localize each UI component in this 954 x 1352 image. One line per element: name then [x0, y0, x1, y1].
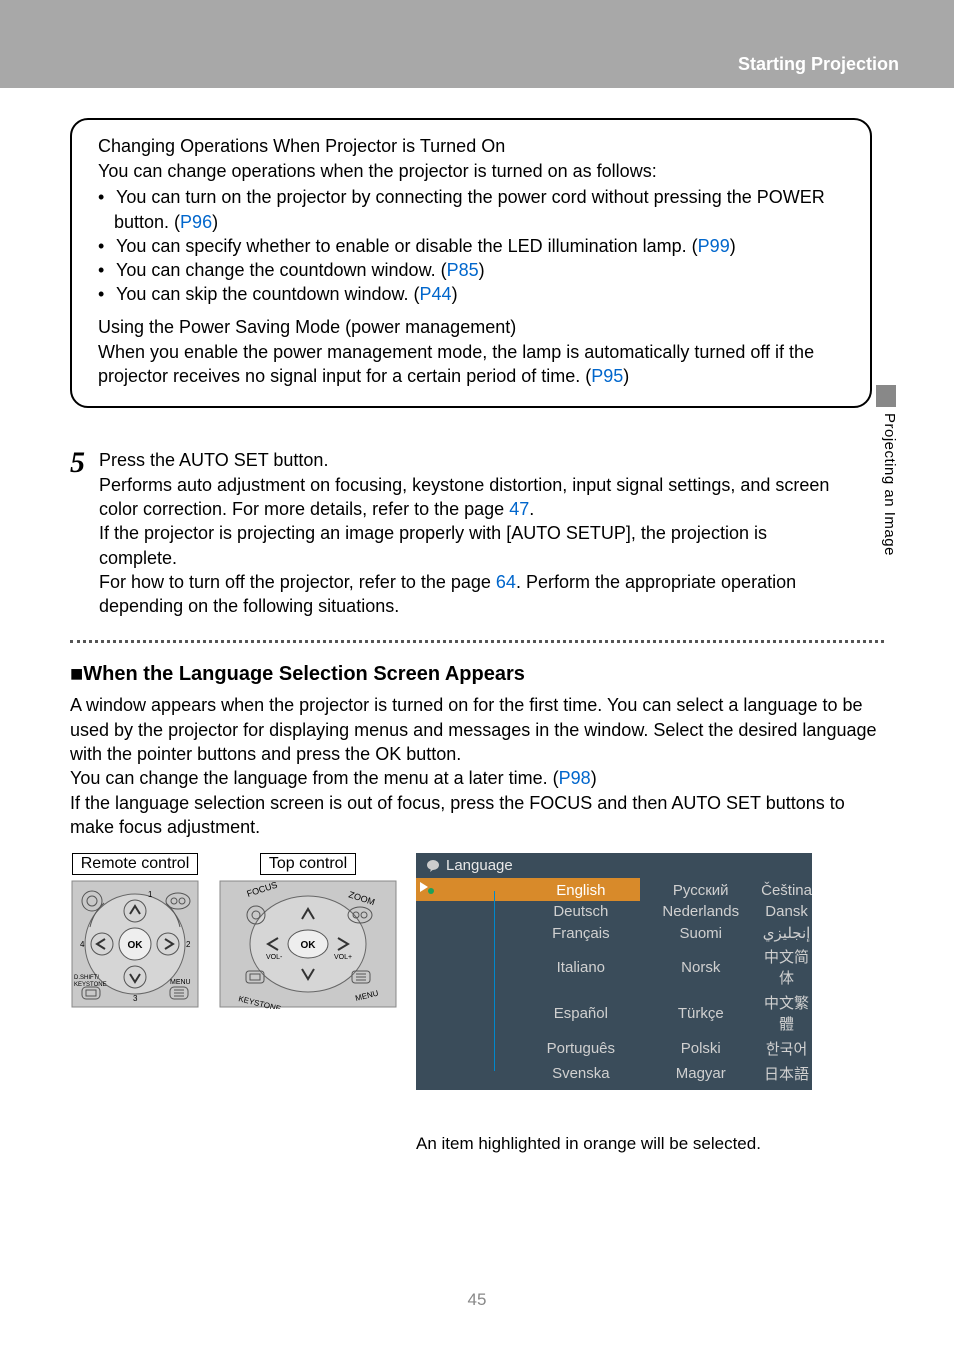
- link-p85[interactable]: P85: [447, 260, 479, 280]
- section-p3: If the language selection screen is out …: [70, 791, 884, 840]
- box-heading-1: Changing Operations When Projector is Tu…: [98, 136, 848, 157]
- controls-row: Remote control OK: [70, 853, 884, 1154]
- language-table: English Русский Čeština DeutschNederland…: [416, 878, 812, 1090]
- step-number: 5: [70, 448, 85, 478]
- square-icon: ■: [70, 661, 83, 686]
- info-box: Changing Operations When Projector is Tu…: [70, 118, 872, 408]
- lang-cell[interactable]: Suomi: [640, 922, 761, 944]
- lang-cell[interactable]: Français: [521, 922, 640, 944]
- language-panel: Language English Русский Čeština Deutsch…: [416, 853, 812, 1090]
- svg-text:OK: OK: [301, 940, 317, 951]
- box-para-2: When you enable the power management mod…: [98, 340, 848, 389]
- top-control-block: Top control OK FOCUS ZOOM: [218, 853, 398, 1009]
- lang-cell[interactable]: 中文简体: [761, 944, 812, 990]
- lang-cell[interactable]: 日本語: [761, 1061, 812, 1090]
- page-header: Starting Projection: [0, 0, 954, 88]
- svg-text:2: 2: [186, 940, 191, 949]
- page-number: 45: [0, 1290, 954, 1310]
- bullet-1: You can turn on the projector by connect…: [98, 185, 848, 234]
- bullet-3: You can change the countdown window. (P8…: [98, 258, 848, 282]
- lang-cell[interactable]: Nederlands: [640, 901, 761, 922]
- lang-row: ItalianoNorsk中文简体: [416, 944, 812, 990]
- svg-text:3: 3: [133, 994, 138, 1003]
- remote-control-diagram: OK 1 2: [70, 879, 200, 1009]
- step-5: 5 Press the AUTO SET button. Performs au…: [70, 448, 884, 618]
- lang-cell[interactable]: Deutsch: [521, 901, 640, 922]
- lang-cell[interactable]: Español: [521, 990, 640, 1036]
- lang-cell[interactable]: Svenska: [521, 1061, 640, 1090]
- ok-label: OK: [128, 940, 144, 951]
- speech-icon: [426, 859, 440, 873]
- box-bullets: You can turn on the projector by connect…: [98, 185, 848, 306]
- remote-label: Remote control: [72, 853, 199, 875]
- lang-cell[interactable]: Português: [521, 1036, 640, 1061]
- lang-cell[interactable]: Norsk: [640, 944, 761, 990]
- step-p3: For how to turn off the projector, refer…: [99, 570, 844, 619]
- lang-row: PortuguêsPolski한국어: [416, 1036, 812, 1061]
- svg-text:VOL-: VOL-: [266, 954, 283, 961]
- section-p2: You can change the language from the men…: [70, 766, 884, 790]
- svg-text:1: 1: [148, 890, 153, 899]
- lang-cell[interactable]: Magyar: [640, 1061, 761, 1090]
- lang-cell[interactable]: إنجليزي: [761, 922, 812, 944]
- step-p2: If the projector is projecting an image …: [99, 521, 844, 570]
- lang-row: DeutschNederlandsDansk: [416, 901, 812, 922]
- svg-text:4: 4: [80, 940, 85, 949]
- lang-row: FrançaisSuomiإنجليزي: [416, 922, 812, 944]
- svg-text:D.SHIFT/: D.SHIFT/: [74, 975, 99, 981]
- link-47[interactable]: 47: [509, 499, 529, 519]
- lang-cell[interactable]: 中文繁體: [761, 990, 812, 1036]
- header-title: Starting Projection: [738, 54, 899, 75]
- box-para-1: You can change operations when the proje…: [98, 159, 848, 183]
- link-p96[interactable]: P96: [180, 212, 212, 232]
- lang-cell[interactable]: Русский: [640, 878, 761, 901]
- lang-cell[interactable]: Polski: [640, 1036, 761, 1061]
- step-title: Press the AUTO SET button.: [99, 448, 844, 472]
- callout-line: [494, 891, 495, 1071]
- svg-text:VOL+: VOL+: [334, 954, 352, 961]
- top-control-diagram: OK FOCUS ZOOM KEYSTONE MENU VOL- VO: [218, 879, 398, 1009]
- svg-text:KEYSTONE: KEYSTONE: [74, 982, 107, 988]
- language-panel-wrap: Language English Русский Čeština Deutsch…: [416, 853, 812, 1154]
- lang-row: EspañolTürkçe中文繁體: [416, 990, 812, 1036]
- link-p95[interactable]: P95: [591, 366, 623, 386]
- lang-cell[interactable]: Dansk: [761, 901, 812, 922]
- language-caption: An item highlighted in orange will be se…: [416, 1134, 812, 1154]
- section-heading: ■When the Language Selection Screen Appe…: [70, 661, 884, 687]
- remote-control-block: Remote control OK: [70, 853, 200, 1009]
- link-p44[interactable]: P44: [420, 284, 452, 304]
- link-p98[interactable]: P98: [559, 768, 591, 788]
- side-section-label: Projecting an Image: [881, 413, 898, 556]
- lang-cell[interactable]: Türkçe: [640, 990, 761, 1036]
- svg-text:MENU: MENU: [170, 979, 191, 986]
- language-header: Language: [416, 853, 812, 878]
- dotted-divider: [70, 640, 884, 643]
- link-64[interactable]: 64: [496, 572, 516, 592]
- bullet-4: You can skip the countdown window. (P44): [98, 282, 848, 306]
- box-heading-2: Using the Power Saving Mode (power manag…: [98, 317, 848, 338]
- lang-cell[interactable]: 한국어: [761, 1036, 812, 1061]
- section-p1: A window appears when the projector is t…: [70, 693, 884, 766]
- selection-marker: [416, 878, 521, 901]
- lang-cell[interactable]: English: [521, 878, 640, 901]
- step-p1: Performs auto adjustment on focusing, ke…: [99, 473, 844, 522]
- lang-row: English Русский Čeština: [416, 878, 812, 901]
- bullet-2: You can specify whether to enable or dis…: [98, 234, 848, 258]
- top-label: Top control: [260, 853, 356, 875]
- lang-row: SvenskaMagyar日本語: [416, 1061, 812, 1090]
- lang-cell[interactable]: Čeština: [761, 878, 812, 901]
- lang-cell[interactable]: Italiano: [521, 944, 640, 990]
- side-tab-marker: [876, 385, 896, 407]
- link-p99[interactable]: P99: [698, 236, 730, 256]
